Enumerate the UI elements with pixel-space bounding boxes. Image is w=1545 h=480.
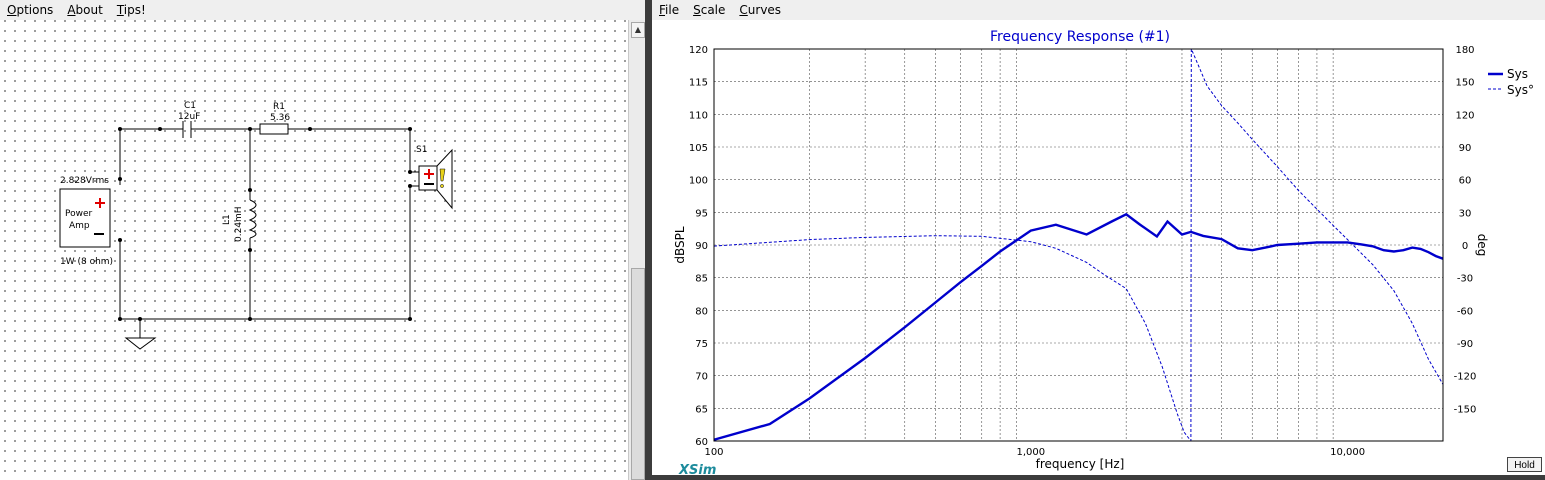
- y-axis-label: dBSPL: [673, 226, 687, 263]
- status-strip: [652, 475, 1545, 480]
- menu-curves[interactable]: Curves: [732, 3, 788, 17]
- y2-tick-label: 30: [1459, 208, 1472, 219]
- ground-symbol: [124, 337, 157, 350]
- menu-options[interactable]: Options: [0, 3, 60, 17]
- y2-tick-label: 90: [1459, 143, 1472, 154]
- schematic-vertical-scrollbar[interactable]: ▲: [628, 20, 645, 480]
- y-tick-label: 80: [695, 306, 708, 317]
- resistor-r1[interactable]: [259, 123, 289, 135]
- menu-tips[interactable]: Tips!: [110, 3, 153, 17]
- schematic-menubar: Options About Tips!: [0, 0, 645, 21]
- xsim-logo: XSim: [679, 463, 717, 478]
- y2-tick-label: -60: [1457, 306, 1473, 317]
- speaker-s1[interactable]: [418, 148, 453, 210]
- legend: Sys Sys°: [1488, 67, 1534, 97]
- hold-button[interactable]: Hold: [1507, 457, 1542, 472]
- frequency-response-chart: Frequency Response (#1) frequency [Hz] d…: [673, 29, 1534, 471]
- amp-label-line1: Power: [65, 209, 93, 219]
- chart-menubar: File Scale Curves: [652, 0, 1545, 21]
- menu-scale[interactable]: Scale: [686, 3, 732, 17]
- menu-about[interactable]: About: [60, 3, 110, 17]
- capacitor-c1[interactable]: [182, 121, 192, 138]
- x-tick-label: 1,000: [1016, 447, 1045, 458]
- amp-label-line2: Amp: [69, 221, 90, 231]
- x-tick-label: 10,000: [1330, 447, 1365, 458]
- y-tick-label: 85: [695, 274, 708, 285]
- legend-label-sys: Sys: [1507, 67, 1528, 81]
- y-tick-label: 70: [695, 372, 708, 383]
- y-tick-label: 115: [689, 78, 708, 89]
- pane-splitter[interactable]: [645, 0, 652, 480]
- y-tick-label: 120: [689, 45, 708, 56]
- amp-rating: 1W (8 ohm): [60, 257, 113, 267]
- y2-tick-label: -30: [1457, 274, 1473, 285]
- inductor-l1[interactable]: [248, 199, 257, 239]
- y2-tick-label: -150: [1454, 404, 1477, 415]
- x-tick-label: 100: [704, 447, 723, 458]
- y-tick-label: 95: [695, 208, 708, 219]
- y2-tick-label: 120: [1455, 110, 1474, 121]
- c1-value: 12uF: [178, 112, 200, 122]
- y2-tick-label: 0: [1462, 241, 1468, 252]
- r1-name: R1: [273, 102, 285, 112]
- s1-name: S1: [416, 145, 427, 155]
- y2-tick-label: 150: [1455, 78, 1474, 89]
- l1-name: L1: [222, 214, 232, 225]
- legend-label-sys-phase: Sys°: [1507, 83, 1534, 97]
- y-tick-label: 75: [695, 339, 708, 350]
- y2-tick-label: -120: [1454, 372, 1477, 383]
- l1-value: 0.24mH: [234, 206, 244, 242]
- frequency-response-panel: Frequency Response (#1) frequency [Hz] d…: [652, 20, 1545, 475]
- y2-tick-label: -90: [1457, 339, 1473, 350]
- menu-file[interactable]: File: [652, 3, 686, 17]
- y-tick-label: 105: [689, 143, 708, 154]
- schematic-drawing: C1 12uF R1 5.36 L1 0.24mH 2.828Vrms Powe…: [59, 101, 453, 350]
- series-line-sys: [714, 212, 1443, 441]
- scrollbar-thumb[interactable]: [631, 268, 645, 480]
- y-tick-label: 100: [689, 176, 708, 187]
- c1-name: C1: [184, 101, 196, 111]
- scroll-up-arrow-icon[interactable]: ▲: [631, 22, 645, 38]
- y-tick-label: 90: [695, 241, 708, 252]
- amp-voltage: 2.828Vrms: [60, 176, 109, 186]
- r1-value: 5.36: [270, 113, 290, 123]
- schematic-canvas[interactable]: C1 12uF R1 5.36 L1 0.24mH 2.828Vrms Powe…: [0, 20, 628, 480]
- x-axis-label: frequency [Hz]: [1036, 457, 1125, 471]
- y-tick-label: 110: [689, 110, 708, 121]
- y2-tick-label: 60: [1459, 176, 1472, 187]
- y2-axis-label: deg: [1475, 234, 1489, 257]
- y2-tick-label: 180: [1455, 45, 1474, 56]
- chart-title: Frequency Response (#1): [990, 29, 1170, 45]
- y-tick-label: 65: [695, 404, 708, 415]
